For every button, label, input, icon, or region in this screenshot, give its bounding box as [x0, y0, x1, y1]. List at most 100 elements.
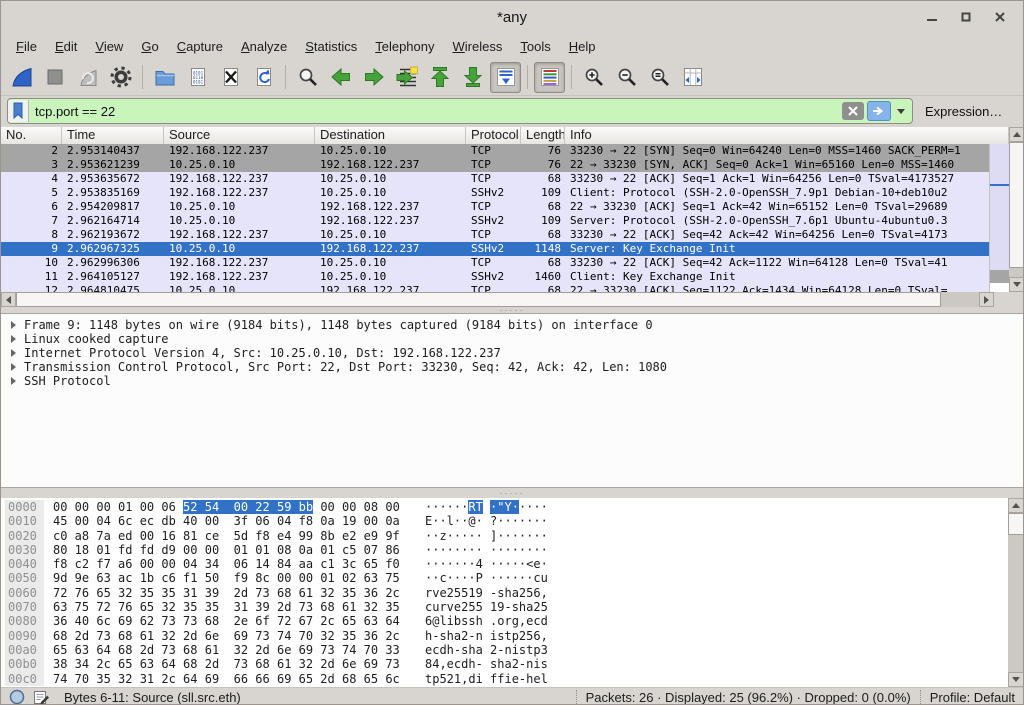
bytes-vscrollbar[interactable]: [1008, 498, 1024, 687]
filter-clear-button[interactable]: [842, 102, 864, 120]
start-capture-button[interactable]: [6, 62, 37, 93]
zoom-in-button[interactable]: [578, 62, 609, 93]
restart-capture-button[interactable]: [72, 62, 103, 93]
hex-row[interactable]: 000000 00 00 01 00 06 52 54 00 22 59 bb …: [5, 500, 1023, 514]
hex-row[interactable]: 00c074 70 35 32 31 2c 64 69 66 66 69 65 …: [5, 672, 1023, 686]
expand-triangle-icon[interactable]: [11, 349, 16, 357]
packet-row[interactable]: 62.95420981710.25.0.10192.168.122.237TCP…: [1, 200, 989, 214]
hex-text: 36 40 6c 69 62 73 73 68 2e 6f 72 67 2c 6…: [53, 614, 400, 628]
detail-row[interactable]: Linux cooked capture: [9, 332, 1023, 346]
hex-row[interactable]: 001045 00 04 6c ec db 40 00 3f 06 04 f8 …: [5, 514, 1023, 528]
expert-info-button[interactable]: [9, 689, 25, 705]
hex-row[interactable]: 006072 76 65 32 35 35 31 39 2d 73 68 61 …: [5, 586, 1023, 600]
packet-row[interactable]: 52.953835169192.168.122.23710.25.0.10SSH…: [1, 186, 989, 200]
packet-list-hscrollbar[interactable]: [1, 292, 994, 307]
menu-item-edit[interactable]: Edit: [46, 35, 86, 58]
zoom-original-button[interactable]: [644, 62, 675, 93]
scroll-up-button[interactable]: [1009, 127, 1024, 142]
go-back-button[interactable]: [325, 62, 356, 93]
packet-row[interactable]: 32.95362123910.25.0.10192.168.122.237TCP…: [1, 158, 989, 172]
hex-row[interactable]: 003080 18 01 fd fd d9 00 00 01 01 08 0a …: [5, 543, 1023, 557]
menu-item-telephony[interactable]: Telephony: [366, 35, 443, 58]
packet-row[interactable]: 42.953635672192.168.122.23710.25.0.10TCP…: [1, 172, 989, 186]
packet-row[interactable]: 92.96296732510.25.0.10192.168.122.237SSH…: [1, 242, 989, 256]
menu-item-file[interactable]: File: [7, 35, 46, 58]
scroll-down-button[interactable]: [1008, 672, 1024, 687]
hex-row[interactable]: 00509d 9e 63 ac 1b c6 f1 50 f9 8c 00 00 …: [5, 571, 1023, 585]
close-button[interactable]: [983, 5, 1017, 29]
capture-options-button[interactable]: [105, 62, 136, 93]
hex-row[interactable]: 00b038 34 2c 65 63 64 68 2d 73 68 61 32 …: [5, 657, 1023, 671]
menu-item-statistics[interactable]: Statistics: [296, 35, 366, 58]
menu-item-tools[interactable]: Tools: [511, 35, 559, 58]
column-header-protocol[interactable]: Protocol: [466, 127, 521, 144]
vscroll-thumb[interactable]: [1009, 142, 1024, 268]
go-forward-button[interactable]: [358, 62, 389, 93]
auto-scroll-button[interactable]: [490, 62, 521, 93]
reload-file-button[interactable]: [248, 62, 279, 93]
packet-row[interactable]: 122.96481047510.25.0.10192.168.122.237TC…: [1, 284, 989, 292]
menu-item-view[interactable]: View: [86, 35, 132, 58]
hex-row[interactable]: 007063 75 72 76 65 32 35 35 31 39 2d 73 …: [5, 600, 1023, 614]
close-file-button[interactable]: [215, 62, 246, 93]
expand-triangle-icon[interactable]: [11, 363, 16, 371]
packet-row[interactable]: 82.962193672192.168.122.23710.25.0.10TCP…: [1, 228, 989, 242]
scroll-up-button[interactable]: [1008, 498, 1024, 513]
hex-row[interactable]: 008036 40 6c 69 62 73 73 68 2e 6f 72 67 …: [5, 614, 1023, 628]
packet-list-vscrollbar[interactable]: [1009, 127, 1024, 292]
menu-item-go[interactable]: Go: [132, 35, 167, 58]
filter-bookmark-button[interactable]: [8, 100, 29, 122]
resize-columns-button[interactable]: [677, 62, 708, 93]
hex-row[interactable]: 0020c0 a8 7a ed 00 16 81 ce 5d f8 e4 99 …: [5, 529, 1023, 543]
display-filter-input[interactable]: [29, 104, 842, 119]
vscroll-thumb[interactable]: [1008, 513, 1024, 535]
detail-row[interactable]: Internet Protocol Version 4, Src: 10.25.…: [9, 346, 1023, 360]
colorize-button[interactable]: [534, 62, 565, 93]
packet-row[interactable]: 22.953140437192.168.122.23710.25.0.10TCP…: [1, 144, 989, 158]
packet-row[interactable]: 72.96216471410.25.0.10192.168.122.237SSH…: [1, 214, 989, 228]
expand-triangle-icon[interactable]: [11, 335, 16, 343]
hex-row[interactable]: 009068 2d 73 68 61 32 2d 6e 69 73 74 70 …: [5, 629, 1023, 643]
packet-row[interactable]: 102.962996306192.168.122.23710.25.0.10TC…: [1, 256, 989, 270]
expression-button[interactable]: Expression…: [913, 104, 1014, 119]
open-file-button[interactable]: [149, 62, 180, 93]
go-to-packet-button[interactable]: [391, 62, 422, 93]
find-packet-button[interactable]: [292, 62, 323, 93]
detail-row[interactable]: Frame 9: 1148 bytes on wire (9184 bits),…: [9, 318, 1023, 332]
menu-item-capture[interactable]: Capture: [168, 35, 232, 58]
go-first-button[interactable]: [424, 62, 455, 93]
menu-item-analyze[interactable]: Analyze: [232, 35, 296, 58]
scroll-right-button[interactable]: [979, 292, 994, 307]
filter-history-dropdown[interactable]: [894, 109, 908, 114]
filter-apply-button[interactable]: [867, 101, 891, 121]
minimize-button[interactable]: [915, 5, 949, 29]
pane-splitter-bottom[interactable]: ·····: [1, 488, 1023, 498]
menu-item-help[interactable]: Help: [560, 35, 605, 58]
stop-capture-button[interactable]: [39, 62, 70, 93]
detail-row[interactable]: SSH Protocol: [9, 374, 1023, 388]
menu-item-wireless[interactable]: Wireless: [444, 35, 512, 58]
scroll-down-button[interactable]: [1009, 277, 1024, 292]
maximize-button[interactable]: [949, 5, 983, 29]
column-header-no[interactable]: No.: [1, 127, 62, 144]
detail-row[interactable]: Transmission Control Protocol, Src Port:…: [9, 360, 1023, 374]
status-profile[interactable]: Profile: Default: [930, 690, 1015, 705]
column-header-source[interactable]: Source: [164, 127, 315, 144]
expand-triangle-icon[interactable]: [11, 321, 16, 329]
hex-row[interactable]: 00a065 63 64 68 2d 73 68 61 32 2d 6e 69 …: [5, 643, 1023, 657]
zoom-out-button[interactable]: [611, 62, 642, 93]
capture-comment-button[interactable]: [33, 689, 50, 705]
go-last-button[interactable]: [457, 62, 488, 93]
add-filter-button[interactable]: +: [1018, 102, 1024, 120]
save-file-button[interactable]: 010101100101: [182, 62, 213, 93]
hex-row[interactable]: 0040f8 c2 f7 a6 00 00 04 34 06 14 84 aa …: [5, 557, 1023, 571]
packet-list-minimap[interactable]: [989, 144, 1010, 292]
column-header-length[interactable]: Length: [521, 127, 565, 144]
column-header-time[interactable]: Time: [62, 127, 164, 144]
expand-triangle-icon[interactable]: [11, 377, 16, 385]
packet-row[interactable]: 112.964105127192.168.122.23710.25.0.10SS…: [1, 270, 989, 284]
column-header-info[interactable]: Info: [565, 127, 1009, 144]
scroll-left-button[interactable]: [1, 292, 16, 307]
column-header-destination[interactable]: Destination: [315, 127, 466, 144]
hscroll-thumb[interactable]: [16, 292, 941, 307]
